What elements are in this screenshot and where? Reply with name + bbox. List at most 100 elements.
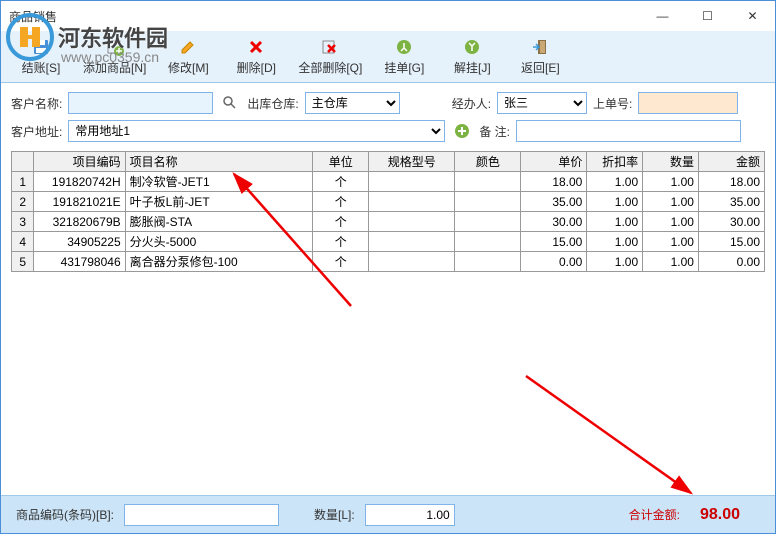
bottom-qty-label: 数量[L]:	[314, 506, 355, 523]
table-row[interactable]: 5 431798046 离合器分泵修包-100 个 0.00 1.00 1.00…	[12, 252, 765, 272]
close-button[interactable]: ✕	[730, 1, 775, 31]
cell-spec[interactable]	[369, 232, 455, 252]
bottom-qty-input[interactable]	[365, 504, 455, 526]
cell-qty[interactable]: 1.00	[643, 232, 699, 252]
col-spec: 规格型号	[369, 152, 455, 172]
cell-rownum: 2	[12, 192, 34, 212]
cell-qty[interactable]: 1.00	[643, 192, 699, 212]
hold-icon	[394, 37, 414, 57]
cell-spec[interactable]	[369, 212, 455, 232]
btn-settle[interactable]: 结账[S]	[11, 33, 71, 81]
cell-name[interactable]: 制冷软管-JET1	[125, 172, 313, 192]
window-title: 商品销售	[9, 8, 57, 25]
customer-addr-select[interactable]: 常用地址1	[68, 120, 445, 142]
cell-rownum: 4	[12, 232, 34, 252]
btn-return[interactable]: 返回[E]	[510, 33, 570, 81]
col-code: 项目编码	[34, 152, 125, 172]
btn-delete-label: 删除[D]	[237, 59, 276, 76]
cell-code[interactable]: 191821021E	[34, 192, 125, 212]
col-qty: 数量	[643, 152, 699, 172]
cell-code[interactable]: 431798046	[34, 252, 125, 272]
btn-unhold[interactable]: 解挂[J]	[442, 33, 502, 81]
warehouse-label: 出库仓库:	[247, 95, 298, 112]
cell-unit[interactable]: 个	[313, 172, 369, 192]
cell-spec[interactable]	[369, 252, 455, 272]
remark-input[interactable]	[516, 120, 741, 142]
order-no-label: 上单号:	[593, 95, 632, 112]
cell-amount[interactable]: 18.00	[698, 172, 764, 192]
delall-icon	[320, 37, 340, 57]
cell-qty[interactable]: 1.00	[643, 172, 699, 192]
cell-amount[interactable]: 0.00	[698, 252, 764, 272]
customer-name-input[interactable]	[68, 92, 213, 114]
cell-unit[interactable]: 个	[313, 212, 369, 232]
order-no-input[interactable]	[638, 92, 738, 114]
cell-code[interactable]: 191820742H	[34, 172, 125, 192]
cell-discount[interactable]: 1.00	[587, 232, 643, 252]
table-row[interactable]: 3 321820679B 膨胀阀-STA 个 30.00 1.00 1.00 3…	[12, 212, 765, 232]
btn-delall[interactable]: 全部删除[Q]	[294, 33, 366, 81]
col-amount: 金额	[698, 152, 764, 172]
cell-discount[interactable]: 1.00	[587, 172, 643, 192]
edit-icon	[178, 37, 198, 57]
cell-name[interactable]: 叶子板L前-JET	[125, 192, 313, 212]
cell-unit[interactable]: 个	[313, 252, 369, 272]
cell-amount[interactable]: 35.00	[698, 192, 764, 212]
minimize-button[interactable]: —	[640, 1, 685, 31]
col-discount: 折扣率	[587, 152, 643, 172]
cell-unit[interactable]: 个	[313, 192, 369, 212]
cell-discount[interactable]: 1.00	[587, 212, 643, 232]
btn-modify[interactable]: 修改[M]	[158, 33, 218, 81]
cell-unit[interactable]: 个	[313, 232, 369, 252]
cell-spec[interactable]	[369, 172, 455, 192]
btn-delete[interactable]: 删除[D]	[226, 33, 286, 81]
cell-color[interactable]	[455, 212, 521, 232]
cell-qty[interactable]: 1.00	[643, 212, 699, 232]
table-row[interactable]: 2 191821021E 叶子板L前-JET 个 35.00 1.00 1.00…	[12, 192, 765, 212]
add-icon[interactable]	[451, 120, 473, 142]
cell-color[interactable]	[455, 252, 521, 272]
btn-add[interactable]: 添加商品[N]	[79, 33, 150, 81]
col-color: 颜色	[455, 152, 521, 172]
cell-discount[interactable]: 1.00	[587, 192, 643, 212]
cell-price[interactable]: 15.00	[521, 232, 587, 252]
cell-code[interactable]: 321820679B	[34, 212, 125, 232]
cell-rownum: 1	[12, 172, 34, 192]
bottom-code-input[interactable]	[124, 504, 279, 526]
btn-settle-label: 结账[S]	[22, 59, 61, 76]
total-label: 合计金额:	[629, 506, 680, 523]
btn-hold[interactable]: 挂单[G]	[374, 33, 434, 81]
cell-name[interactable]: 膨胀阀-STA	[125, 212, 313, 232]
total-value: 98.00	[700, 506, 740, 524]
maximize-button[interactable]: ☐	[685, 1, 730, 31]
cell-amount[interactable]: 30.00	[698, 212, 764, 232]
annotation-arrow-2	[521, 371, 701, 501]
table-area: 项目编码 项目名称 单位 规格型号 颜色 单价 折扣率 数量 金额 1 1918…	[1, 151, 775, 272]
cell-code[interactable]: 34905225	[34, 232, 125, 252]
cell-discount[interactable]: 1.00	[587, 252, 643, 272]
table-row[interactable]: 4 34905225 分火头-5000 个 15.00 1.00 1.00 15…	[12, 232, 765, 252]
cell-color[interactable]	[455, 172, 521, 192]
cell-qty[interactable]: 1.00	[643, 252, 699, 272]
cell-price[interactable]: 30.00	[521, 212, 587, 232]
bottom-code-label: 商品编码(条码)[B]:	[16, 506, 114, 523]
table-row[interactable]: 1 191820742H 制冷软管-JET1 个 18.00 1.00 1.00…	[12, 172, 765, 192]
cell-spec[interactable]	[369, 192, 455, 212]
cell-color[interactable]	[455, 232, 521, 252]
search-icon[interactable]	[219, 92, 241, 114]
customer-name-label: 客户名称:	[11, 95, 62, 112]
cell-name[interactable]: 离合器分泵修包-100	[125, 252, 313, 272]
cell-color[interactable]	[455, 192, 521, 212]
cell-price[interactable]: 35.00	[521, 192, 587, 212]
cell-name[interactable]: 分火头-5000	[125, 232, 313, 252]
toolbar: 结账[S] 添加商品[N] 修改[M] 删除[D] 全部删除[Q]挂单[G] 解挂[J] 返…	[1, 31, 775, 83]
cell-price[interactable]: 0.00	[521, 252, 587, 272]
handler-label: 经办人:	[452, 95, 491, 112]
cell-amount[interactable]: 15.00	[698, 232, 764, 252]
warehouse-select[interactable]: 主仓库	[305, 92, 400, 114]
exit-icon	[530, 37, 550, 57]
handler-select[interactable]: 张三	[497, 92, 587, 114]
btn-unhold-label: 解挂[J]	[454, 59, 491, 76]
btn-modify-label: 修改[M]	[168, 59, 209, 76]
cell-price[interactable]: 18.00	[521, 172, 587, 192]
